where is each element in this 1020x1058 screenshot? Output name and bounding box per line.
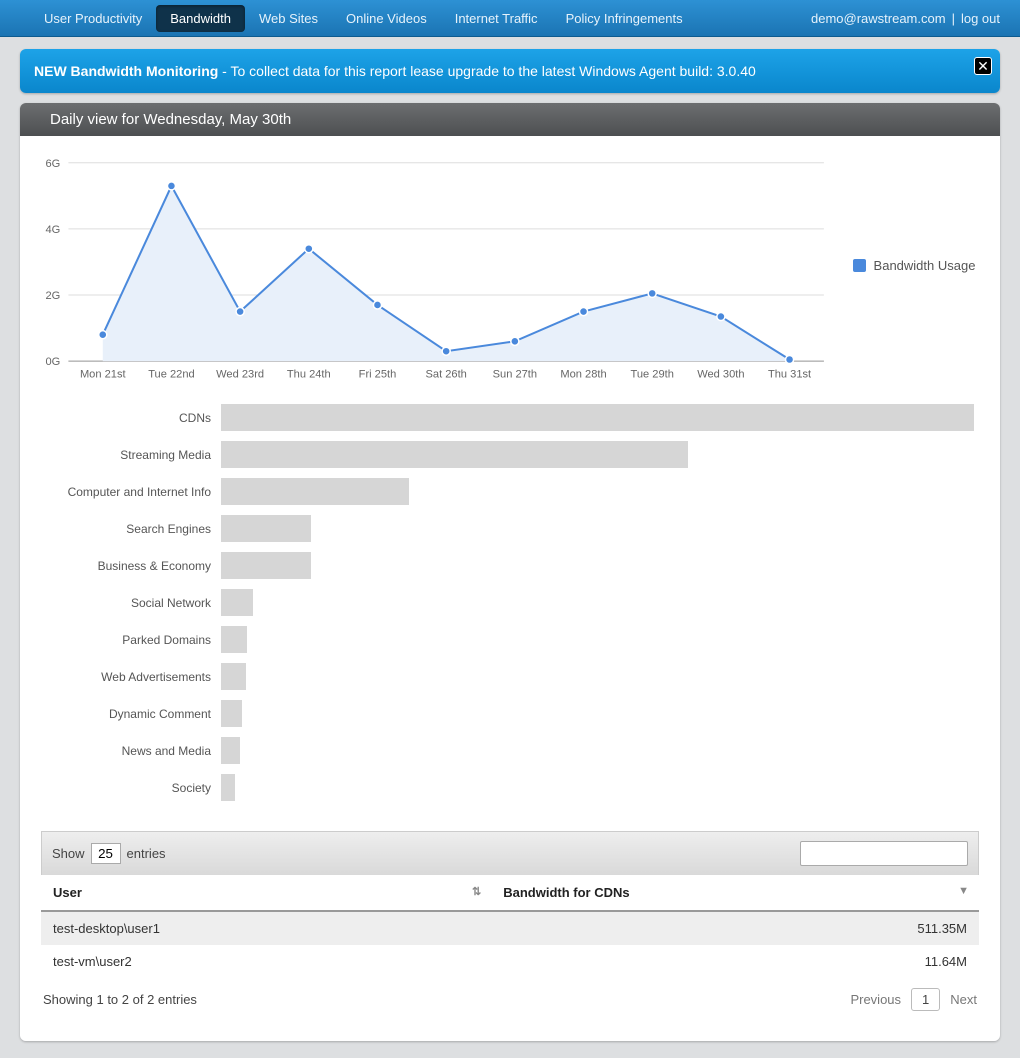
svg-text:Fri 25th: Fri 25th [359,368,397,380]
category-bar-row[interactable]: Streaming Media [46,436,974,473]
length-prefix: Show [52,846,85,861]
prev-button[interactable]: Previous [850,992,901,1007]
category-bar [221,441,974,468]
category-bar-row[interactable]: News and Media [46,732,974,769]
svg-text:Thu 31st: Thu 31st [768,368,811,380]
category-bar [221,478,974,505]
nav-tab-policy-infringements[interactable]: Policy Infringements [552,5,697,32]
category-bar-row[interactable]: Social Network [46,584,974,621]
category-label: Social Network [46,596,221,610]
page-number[interactable]: 1 [911,988,940,1011]
category-label: News and Media [46,744,221,758]
svg-text:4G: 4G [46,224,61,236]
svg-text:Wed 23rd: Wed 23rd [216,368,264,380]
cell-bandwidth: 11.64M [491,945,979,978]
svg-text:Mon 21st: Mon 21st [80,368,126,380]
svg-text:Tue 29th: Tue 29th [631,368,674,380]
search-input[interactable] [800,841,968,866]
category-bar [221,515,974,542]
user-email-link[interactable]: demo@rawstream.com [811,11,946,26]
category-label: Business & Economy [46,559,221,573]
svg-text:Thu 24th: Thu 24th [287,368,331,380]
users-table-wrapper: Show entries User Bandwidth for CDNs [41,831,979,1021]
upgrade-banner: NEW Bandwidth Monitoring - To collect da… [20,49,1000,93]
category-bar-row[interactable]: Dynamic Comment [46,695,974,732]
svg-text:Wed 30th: Wed 30th [697,368,744,380]
length-suffix: entries [127,846,166,861]
panel-title: Daily view for Wednesday, May 30th [20,103,1000,136]
main-panel: Daily view for Wednesday, May 30th 0G 2G 4… [20,103,1000,1041]
category-bar-row[interactable]: Society [46,769,974,806]
category-bar-chart: CDNs Streaming Media Computer and Internet… [46,399,974,806]
category-bar-row[interactable]: Parked Domains [46,621,974,658]
category-bar-row[interactable]: Web Advertisements [46,658,974,695]
col-bandwidth[interactable]: Bandwidth for CDNs [491,875,979,911]
nav-tab-bandwidth[interactable]: Bandwidth [156,5,245,32]
category-label: Computer and Internet Info [46,485,221,499]
cell-bandwidth: 511.35M [491,911,979,945]
table-info: Showing 1 to 2 of 2 entries [43,992,197,1007]
close-icon[interactable]: ✕ [974,57,992,75]
category-bar [221,774,974,801]
next-button[interactable]: Next [950,992,977,1007]
svg-text:0G: 0G [46,356,61,368]
category-bar-row[interactable]: Computer and Internet Info [46,473,974,510]
category-bar [221,404,974,431]
banner-title: NEW Bandwidth Monitoring [34,63,218,79]
svg-text:6G: 6G [46,158,61,170]
category-label: Search Engines [46,522,221,536]
category-label: Web Advertisements [46,670,221,684]
category-bar [221,663,974,690]
category-label: Dynamic Comment [46,707,221,721]
separator: | [952,11,955,26]
nav-tab-user-productivity[interactable]: User Productivity [30,5,156,32]
category-bar [221,626,974,653]
category-label: Streaming Media [46,448,221,462]
legend-label: Bandwidth Usage [874,258,976,273]
category-label: Society [46,781,221,795]
length-input[interactable] [91,843,121,864]
svg-text:Sun 27th: Sun 27th [493,368,537,380]
nav-tab-web-sites[interactable]: Web Sites [245,5,332,32]
nav-tab-online-videos[interactable]: Online Videos [332,5,441,32]
table-row[interactable]: test-desktop\user1511.35M [41,911,979,945]
category-label: CDNs [46,411,221,425]
svg-text:Tue 22nd: Tue 22nd [148,368,194,380]
bandwidth-line-chart: 0G 2G 4G 6G Mon 21st Tue 22nd Wed 23rd Thu 24th… [26,142,834,389]
svg-text:Sat 26th: Sat 26th [425,368,466,380]
chart-legend: Bandwidth Usage [834,142,994,389]
cell-user: test-vm\user2 [41,945,491,978]
category-bar-row[interactable]: CDNs [46,399,974,436]
users-table: User Bandwidth for CDNs test-desktop\use… [41,875,979,978]
banner-text: - To collect data for this report lease … [218,63,756,79]
category-bar-row[interactable]: Business & Economy [46,547,974,584]
col-user[interactable]: User [41,875,491,911]
category-bar [221,700,974,727]
category-label: Parked Domains [46,633,221,647]
category-bar-row[interactable]: Search Engines [46,510,974,547]
top-nav: User ProductivityBandwidthWeb SitesOnlin… [0,0,1020,37]
svg-text:Mon 28th: Mon 28th [560,368,606,380]
category-bar [221,552,974,579]
cell-user: test-desktop\user1 [41,911,491,945]
logout-link[interactable]: log out [961,11,1000,26]
nav-tab-internet-traffic[interactable]: Internet Traffic [441,5,552,32]
legend-swatch [853,259,866,272]
category-bar [221,589,974,616]
svg-text:2G: 2G [46,290,61,302]
category-bar [221,737,974,764]
table-row[interactable]: test-vm\user211.64M [41,945,979,978]
